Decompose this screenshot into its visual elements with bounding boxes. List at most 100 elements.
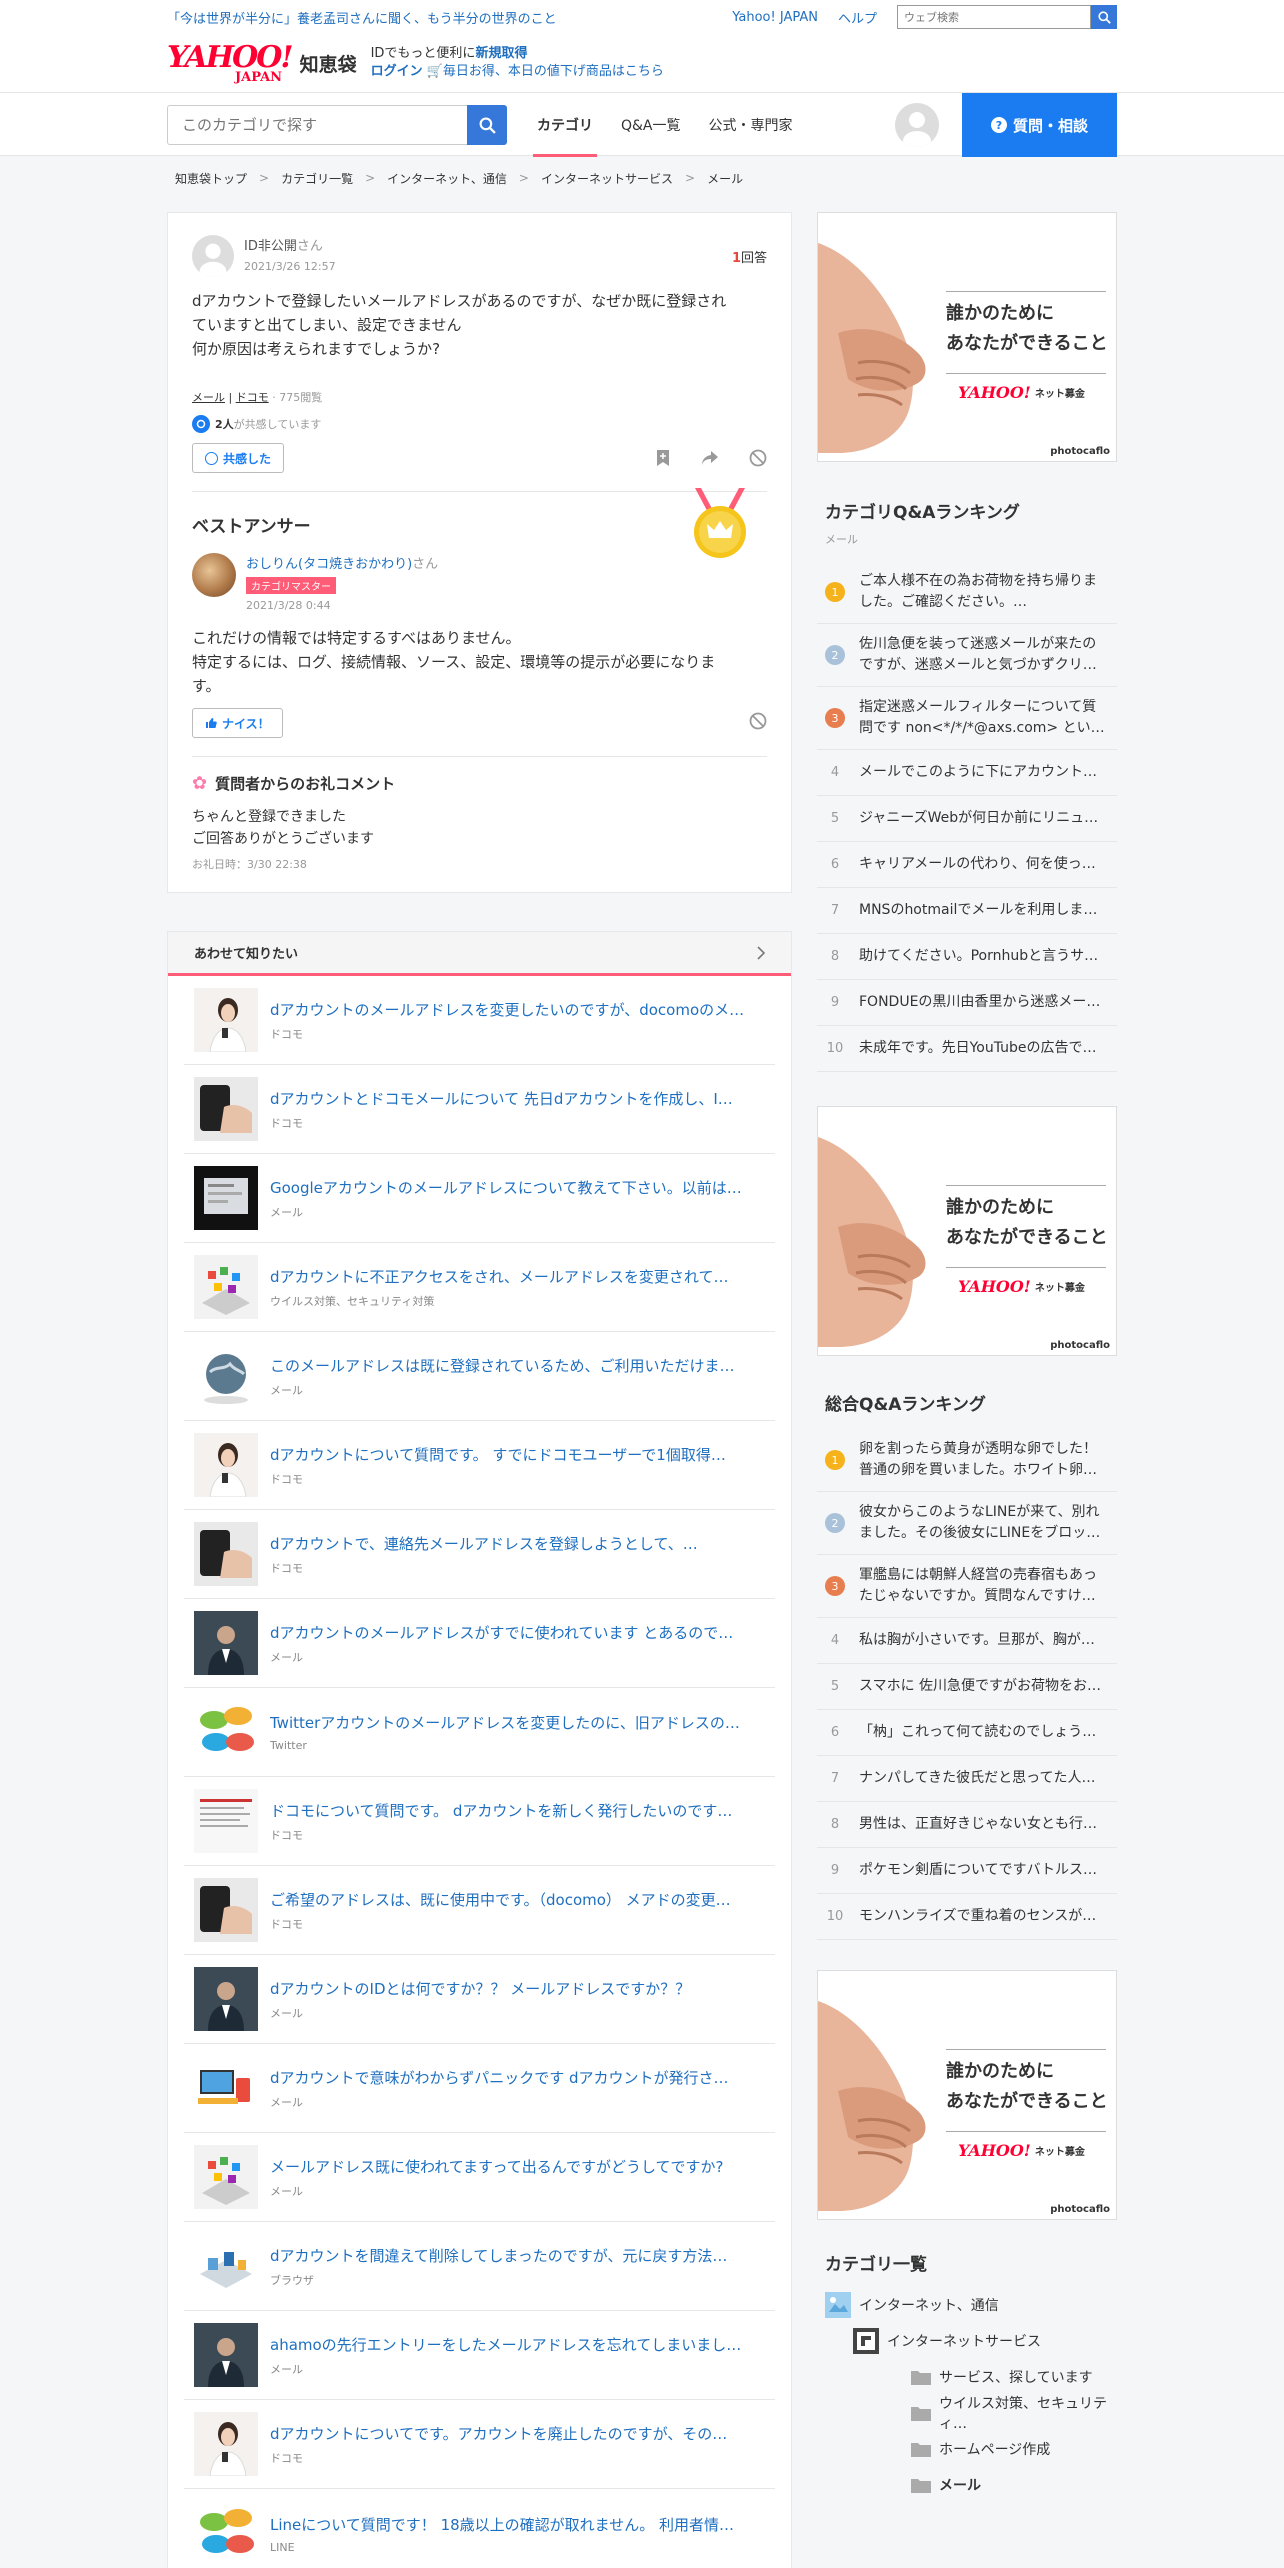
related-item[interactable]: dアカウントのメールアドレスがすでに使われています とあるので… メール xyxy=(184,1599,775,1688)
related-item[interactable]: メールアドレス既に使われてますって出るんですがどうしてですか? メール xyxy=(184,2133,775,2222)
category-search-button[interactable] xyxy=(467,105,507,145)
ranking-item[interactable]: 2 佐川急便を装って迷惑メールが来たのですが、迷惑メールと気づかずクリ… xyxy=(817,624,1117,687)
related-item[interactable]: dアカウントについて質問です。 すでにドコモユーザーで1個取得… ドコモ xyxy=(184,1421,775,1510)
related-title[interactable]: ahamoの先行エントリーをしたメールアドレスを忘れてしまいまし… xyxy=(270,2334,765,2355)
related-title[interactable]: dアカウントについてです。アカウントを廃止したのですが、その… xyxy=(270,2423,765,2444)
related-item[interactable]: dアカウントのメールアドレスを変更したいのですが、docomoのメ… ドコモ xyxy=(184,976,775,1065)
block-icon[interactable] xyxy=(749,449,767,467)
ranking-item[interactable]: 9 ポケモン剣盾についてですバトルス… xyxy=(817,1848,1117,1894)
related-item[interactable]: dアカウントについてです。アカウントを廃止したのですが、その… ドコモ xyxy=(184,2400,775,2489)
empathy-button[interactable]: 共感した xyxy=(192,443,285,473)
ranking-item[interactable]: 5 スマホに 佐川急便ですがお荷物をお… xyxy=(817,1664,1117,1710)
breadcrumb-item[interactable]: 知恵袋トップ xyxy=(175,170,247,187)
related-item[interactable]: ahamoの先行エントリーをしたメールアドレスを忘れてしまいまし… メール xyxy=(184,2311,775,2400)
block-icon[interactable] xyxy=(749,712,767,734)
ranking-item[interactable]: 4 私は胸が小さいです。旦那が、胸が… xyxy=(817,1618,1117,1664)
related-item[interactable]: Lineについて質問です！ 18歳以上の確認が取れません。 利用者情… LINE xyxy=(184,2489,775,2568)
related-item[interactable]: dアカウントのIDとは何ですか？？ メールアドレスですか？？ メール xyxy=(184,1955,775,2044)
share-icon[interactable] xyxy=(701,450,719,466)
ranking-item[interactable]: 7 MNSのhotmailでメールを利用します… xyxy=(817,888,1117,934)
promo-link[interactable]: 「今は世界が半分に」養老孟司さんに聞く、もう半分の世界のこと xyxy=(167,8,732,27)
ranking-text: 彼女からこのようなLINEが来て、別れました。その後彼女にLINEをブロッ… xyxy=(859,1504,1101,1541)
ranking-item[interactable]: 1 卵を割ったら黄身が透明な卵でした！普通の卵を買いました。ホワイト卵… xyxy=(817,1429,1117,1492)
ranking-item[interactable]: 2 彼女からこのようなLINEが来て、別れました。その後彼女にLINEをブロッ… xyxy=(817,1492,1117,1555)
related-item[interactable]: ご希望のアドレスは、既に使用中です。（docomo） メアドの変更… ドコモ xyxy=(184,1866,775,1955)
tab-official-experts[interactable]: 公式・専門家 xyxy=(709,93,793,157)
related-item[interactable]: dアカウントを間違えて削除してしまったのですが、元に戻す方法… ブラウザ xyxy=(184,2222,775,2311)
help-link[interactable]: ヘルプ xyxy=(838,8,877,27)
related-item[interactable]: dアカウントとドコモメールについて 先日dアカウントを作成し、I… ドコモ xyxy=(184,1065,775,1154)
nice-button[interactable]: ナイス！ xyxy=(192,708,283,738)
web-search-button[interactable] xyxy=(1091,5,1117,29)
category-tree-item[interactable]: インターネットサービス xyxy=(817,2323,1117,2359)
related-title[interactable]: dアカウントについて質問です。 すでにドコモユーザーで1個取得… xyxy=(270,1444,765,1465)
related-item[interactable]: Googleアカウントのメールアドレスについて教えて下さい。以前は… メール xyxy=(184,1154,775,1243)
ranking-item[interactable]: 1 ご本人様不在の為お荷物を持ち帰りました。ご確認ください。… xyxy=(817,561,1117,624)
category-tree-item[interactable]: メール xyxy=(817,2467,1117,2503)
ranking-item[interactable]: 7 ナンパしてきた彼氏だと思ってた人… xyxy=(817,1756,1117,1802)
ranking-item[interactable]: 10 未成年です。先日YouTubeの広告で… xyxy=(817,1026,1117,1072)
ad-banner[interactable]: 誰かのために あなたができること YAHOO! ネット募金 photocaflo xyxy=(817,1106,1117,1356)
related-item[interactable]: ドコモについて質問です。 dアカウントを新しく発行したいのです… ドコモ xyxy=(184,1777,775,1866)
tag-link[interactable]: メール xyxy=(192,391,225,404)
related-title[interactable]: このメールアドレスは既に登録されているため、ご利用いただけま… xyxy=(270,1355,765,1376)
related-item[interactable]: このメールアドレスは既に登録されているため、ご利用いただけま… メール xyxy=(184,1332,775,1421)
bookmark-icon[interactable] xyxy=(655,449,671,467)
related-title[interactable]: メールアドレス既に使われてますって出るんですがどうしてですか? xyxy=(270,2156,765,2177)
related-title[interactable]: dアカウントのメールアドレスを変更したいのですが、docomoのメ… xyxy=(270,999,765,1020)
related-title[interactable]: Twitterアカウントのメールアドレスを変更したのに、旧アドレスの… xyxy=(270,1712,765,1733)
ranking-item[interactable]: 4 メールでこのように下にアカウント… xyxy=(817,750,1117,796)
related-item[interactable]: dアカウントで、連絡先メールアドレスを登録しようとして、… ドコモ xyxy=(184,1510,775,1599)
user-avatar[interactable] xyxy=(895,103,939,147)
related-title[interactable]: ご希望のアドレスは、既に使用中です。（docomo） メアドの変更… xyxy=(270,1889,765,1910)
ranking-item[interactable]: 5 ジャニーズWebが何日か前にリニュ… xyxy=(817,796,1117,842)
category-tree-item[interactable]: インターネット、通信 xyxy=(817,2287,1117,2323)
answerer-name[interactable]: おしりん(タコ焼きおかわり)さん xyxy=(246,553,438,572)
breadcrumb-item[interactable]: カテゴリ一覧 xyxy=(281,170,353,187)
yahoo-logo[interactable]: YAHOO! JAPAN xyxy=(167,42,294,84)
signup-link[interactable]: 新規取得 xyxy=(475,46,527,61)
related-title[interactable]: ドコモについて質問です。 dアカウントを新しく発行したいのです… xyxy=(270,1800,765,1821)
ranking-item[interactable]: 8 男性は、正直好きじゃない女とも行… xyxy=(817,1802,1117,1848)
deal-link[interactable]: 毎日お得、本日の値下げ商品はこちら xyxy=(443,64,664,79)
related-item[interactable]: dアカウントに不正アクセスをされ、メールアドレスを変更されて… ウイルス対策、セキ… xyxy=(184,1243,775,1332)
related-title[interactable]: Lineについて質問です！ 18歳以上の確認が取れません。 利用者情… xyxy=(270,2514,765,2535)
ranking-item[interactable]: 9 FONDUEの黒川由香里から迷惑メー… xyxy=(817,980,1117,1026)
tab-category[interactable]: カテゴリ xyxy=(533,93,597,157)
related-item[interactable]: Twitterアカウントのメールアドレスを変更したのに、旧アドレスの… Twitt… xyxy=(184,1688,775,1777)
tab-qa-list[interactable]: Q&A一覧 xyxy=(621,93,681,157)
ask-question-button[interactable]: ? 質問・相談 xyxy=(962,93,1117,157)
ranking-item[interactable]: 10 モンハンライズで重ね着のセンスが… xyxy=(817,1894,1117,1940)
ranking-item[interactable]: 8 助けてください。Pornhubと言うサ… xyxy=(817,934,1117,980)
related-title[interactable]: Googleアカウントのメールアドレスについて教えて下さい。以前は… xyxy=(270,1177,765,1198)
category-tree-item[interactable]: ホームページ作成 xyxy=(817,2431,1117,2467)
related-header[interactable]: あわせて知りたい xyxy=(168,932,791,976)
ad-banner[interactable]: 誰かのために あなたができること YAHOO! ネット募金 photocaflo xyxy=(817,212,1117,462)
related-title[interactable]: dアカウントのメールアドレスがすでに使われています とあるので… xyxy=(270,1622,765,1643)
related-title[interactable]: dアカウントに不正アクセスをされ、メールアドレスを変更されて… xyxy=(270,1266,765,1287)
yahoo-japan-link[interactable]: Yahoo! JAPAN xyxy=(732,10,818,25)
related-title[interactable]: dアカウントを間違えて削除してしまったのですが、元に戻す方法… xyxy=(270,2245,765,2266)
related-title[interactable]: dアカウントのIDとは何ですか？？ メールアドレスですか？？ xyxy=(270,1978,765,1999)
ranking-item[interactable]: 3 軍艦島には朝鮮人経営の売春宿もあったじゃないですか。質問なんですけ… xyxy=(817,1555,1117,1618)
chiebukuro-logo[interactable]: 知恵袋 xyxy=(300,50,357,77)
login-link[interactable]: ログイン xyxy=(371,64,423,79)
related-title[interactable]: dアカウントとドコモメールについて 先日dアカウントを作成し、I… xyxy=(270,1088,765,1109)
ranking-item[interactable]: 6 「枘」これって何て読むのでしょう… xyxy=(817,1710,1117,1756)
related-title[interactable]: dアカウントで、連絡先メールアドレスを登録しようとして、… xyxy=(270,1533,765,1554)
category-ranking-title: カテゴリQ&Aランキング xyxy=(825,503,1020,523)
ad-banner[interactable]: 誰かのために あなたができること YAHOO! ネット募金 photocaflo xyxy=(817,1970,1117,2220)
related-title[interactable]: dアカウントで意味がわからずパニックです dアカウントが発行さ… xyxy=(270,2067,765,2088)
breadcrumb-item[interactable]: インターネット、通信 xyxy=(387,170,507,187)
breadcrumb-item[interactable]: インターネットサービス xyxy=(541,170,673,187)
category-tree-item[interactable]: ウイルス対策、セキュリティ… xyxy=(817,2395,1117,2432)
ranking-item[interactable]: 3 指定迷惑メールフィルターについて質問です non<*/*/*@axs.com>… xyxy=(817,687,1117,750)
category-search-input[interactable] xyxy=(167,105,467,145)
related-item[interactable]: dアカウントで意味がわからずパニックです dアカウントが発行さ… メール xyxy=(184,2044,775,2133)
answerer-avatar[interactable] xyxy=(192,553,236,597)
tag-link[interactable]: ドコモ xyxy=(236,391,269,404)
category-tree-item[interactable]: サービス、探しています xyxy=(817,2359,1117,2395)
web-search-input[interactable] xyxy=(897,5,1091,29)
breadcrumb-item[interactable]: メール xyxy=(707,170,743,187)
ranking-item[interactable]: 6 キャリアメールの代わり、何を使っ… xyxy=(817,842,1117,888)
